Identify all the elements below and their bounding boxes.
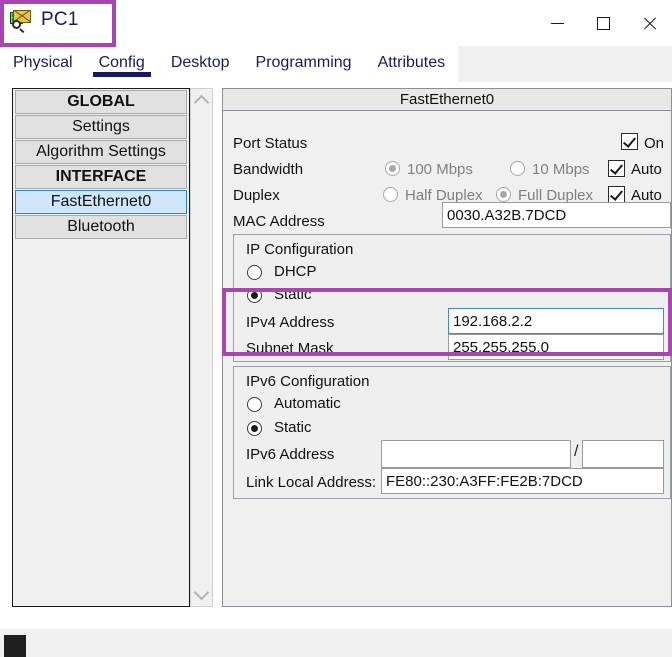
maximize-button[interactable] — [580, 0, 626, 46]
sidebar-item-fastethernet0[interactable]: FastEthernet0 — [15, 190, 187, 214]
bandwidth-10mbps-label: 10 Mbps — [532, 161, 590, 178]
ipv6-automatic-label: Automatic — [274, 395, 341, 412]
subnet-mask-label: Subnet Mask — [246, 340, 334, 357]
ipv6-static-label: Static — [274, 419, 312, 436]
maximize-icon — [596, 16, 610, 30]
bandwidth-label: Bandwidth — [233, 161, 304, 178]
bandwidth-100mbps-label: 100 Mbps — [407, 161, 473, 178]
duplex-full-radio[interactable] — [496, 187, 511, 202]
minimize-icon — [550, 22, 564, 24]
sidebar-item-settings[interactable]: Settings — [15, 115, 187, 139]
ipv6-prefix-separator: / — [574, 443, 579, 460]
scroll-up-button[interactable] — [191, 91, 212, 111]
tab-config[interactable]: Config — [85, 46, 158, 82]
mac-address-label: MAC Address — [233, 213, 325, 230]
duplex-label: Duplex — [233, 187, 280, 204]
sidebar-header-interface: INTERFACE — [15, 165, 187, 189]
sidebar-item-algorithm-settings[interactable]: Algorithm Settings — [15, 140, 187, 164]
ipv6-prefix-field[interactable] — [582, 440, 664, 468]
tab-list: Physical Config Desktop Programming Attr… — [0, 46, 459, 82]
packet-tracer-pc-icon — [10, 8, 34, 32]
chevron-down-icon — [193, 584, 210, 601]
ipv6-configuration-legend: IPv6 Configuration — [246, 373, 370, 390]
panel-title: FastEthernet0 — [223, 89, 671, 111]
config-body: GLOBAL Settings Algorithm Settings INTER… — [0, 82, 672, 607]
window-title: PC1 — [41, 9, 79, 30]
port-status-checkbox[interactable] — [621, 133, 638, 150]
config-sidebar: GLOBAL Settings Algorithm Settings INTER… — [12, 88, 190, 607]
ip-static-radio[interactable] — [247, 288, 262, 303]
tab-physical[interactable]: Physical — [0, 46, 86, 82]
taskbar-indicator — [4, 635, 26, 657]
tab-desktop[interactable]: Desktop — [157, 46, 243, 82]
bandwidth-auto-label: Auto — [631, 161, 662, 178]
port-status-label: Port Status — [233, 135, 308, 152]
bandwidth-100mbps-radio[interactable] — [385, 161, 400, 176]
ip-configuration-group: IP Configuration DHCP Static IPv4 Addres… — [233, 234, 671, 362]
ipv6-address-field[interactable] — [381, 440, 571, 468]
ip-static-label: Static — [274, 286, 312, 303]
ip-dhcp-radio[interactable] — [247, 265, 262, 280]
link-local-address-label: Link Local Address: — [246, 474, 377, 491]
interface-panel: FastEthernet0 Port Status On Bandwidth 1… — [222, 88, 672, 607]
title-bar: PC1 — [0, 0, 672, 46]
taskbar-strip — [0, 629, 672, 657]
ipv6-configuration-group: IPv6 Configuration Automatic Static IPv6… — [233, 366, 671, 499]
window-controls — [534, 0, 672, 46]
tab-strip: Physical Config Desktop Programming Attr… — [0, 46, 672, 83]
bandwidth-10mbps-radio[interactable] — [510, 161, 525, 176]
ipv4-address-label: IPv4 Address — [246, 314, 335, 331]
tab-programming[interactable]: Programming — [242, 46, 365, 82]
ip-configuration-legend: IP Configuration — [246, 241, 354, 258]
ipv6-static-radio[interactable] — [247, 421, 262, 436]
close-icon — [642, 16, 657, 31]
bandwidth-auto-checkbox[interactable] — [608, 160, 625, 177]
sidebar-item-bluetooth[interactable]: Bluetooth — [15, 215, 187, 239]
ipv6-automatic-radio[interactable] — [247, 397, 262, 412]
scroll-down-button[interactable] — [191, 584, 212, 604]
sidebar-scrollbar[interactable] — [190, 88, 213, 607]
ipv4-address-field[interactable]: 192.168.2.2 — [448, 308, 664, 334]
duplex-auto-checkbox[interactable] — [608, 186, 625, 203]
subnet-mask-field[interactable]: 255.255.255.0 — [448, 334, 664, 360]
duplex-half-radio[interactable] — [383, 187, 398, 202]
ip-dhcp-label: DHCP — [274, 263, 317, 280]
close-button[interactable] — [626, 0, 672, 46]
window-title-group: PC1 — [10, 8, 79, 32]
chevron-up-icon — [193, 94, 210, 111]
sidebar-header-global: GLOBAL — [15, 90, 187, 114]
minimize-button[interactable] — [534, 0, 580, 46]
link-local-address-field: FE80::230:A3FF:FE2B:7DCD — [381, 468, 664, 494]
ipv6-address-label: IPv6 Address — [246, 446, 335, 463]
mac-address-field[interactable]: 0030.A32B.7DCD — [442, 202, 671, 228]
port-status-on-label: On — [644, 135, 665, 152]
tab-attributes[interactable]: Attributes — [364, 46, 459, 82]
